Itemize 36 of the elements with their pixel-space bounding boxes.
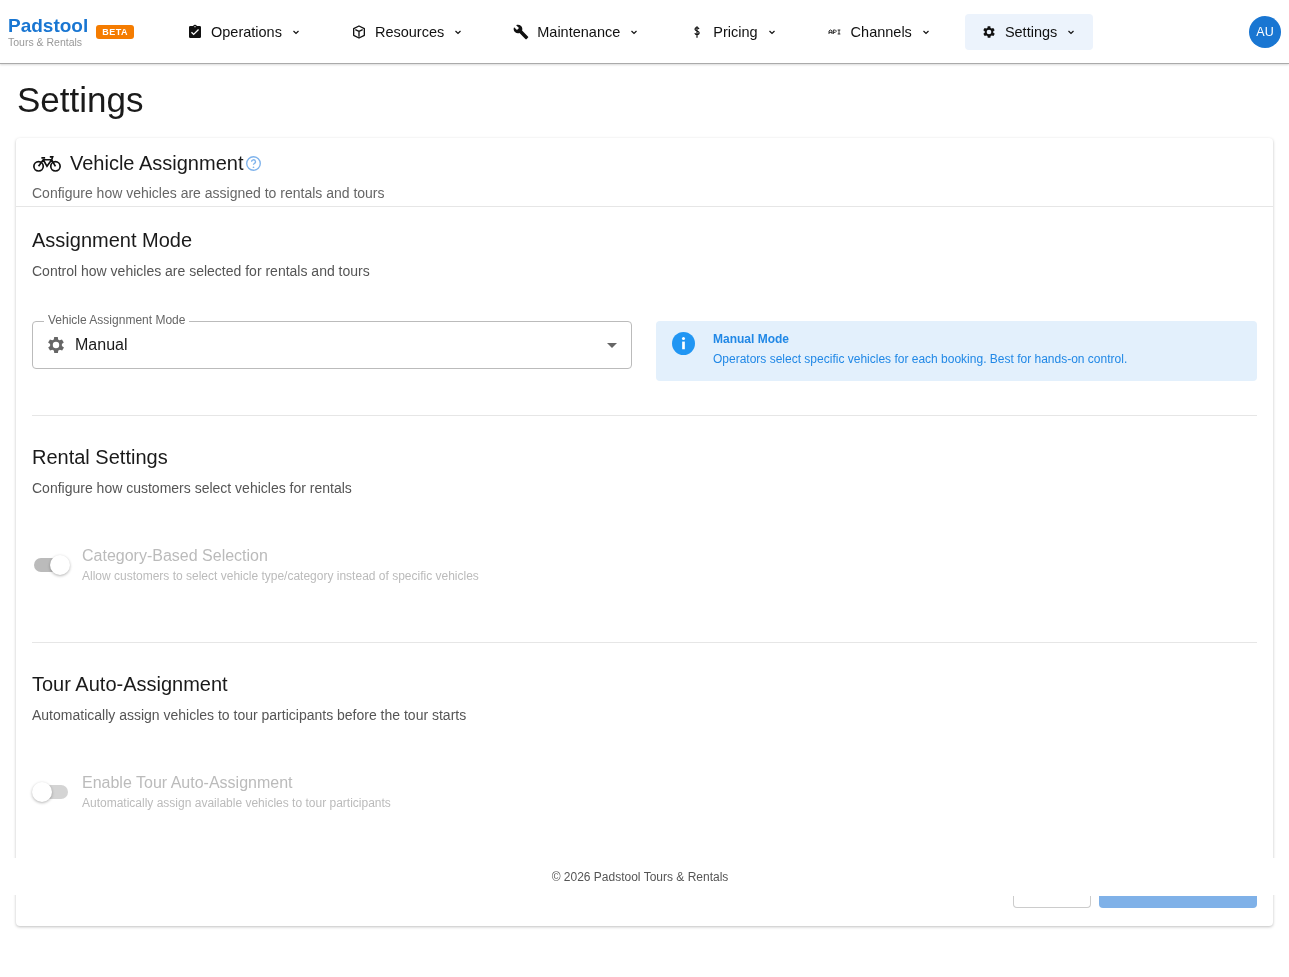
nav-menu-item[interactable]: Settings (964, 13, 1094, 50)
section-heading: Assignment Mode (32, 228, 194, 253)
nav-menu-item[interactable]: Operations (171, 13, 318, 50)
brand-tagline: Tours & Rentals (8, 35, 84, 48)
caret-icon (607, 342, 617, 348)
info-title: Manual Mode (713, 332, 790, 346)
action-button[interactable] (1013, 896, 1091, 908)
brand-name: Padstool (8, 15, 89, 36)
page-title: Settings (17, 79, 145, 121)
section-description: Configure how customers select vehicles for rentals (32, 479, 353, 497)
section-description: Automatically assign vehicles to tour participants before the tour starts (32, 706, 468, 724)
section-description: Control how vehicles are selected for rentals and tours (32, 262, 371, 280)
action-button[interactable] (1099, 896, 1257, 908)
wrench-icon (513, 23, 530, 40)
nav-menu-item[interactable]: Channels (810, 13, 948, 50)
copyright-text: © 2026 Padstool Tours & Rentals (551, 869, 729, 884)
help-icon[interactable] (245, 154, 263, 172)
user-avatar[interactable]: AU (1249, 15, 1281, 48)
toggle-hint: Allow customers to select vehicle type/category instead of specific vehicles (82, 569, 479, 583)
clipboard-icon (187, 23, 203, 40)
box-icon (350, 23, 367, 40)
toggle-label: Enable Tour Auto-Assignment (82, 774, 294, 792)
nav-menu-item[interactable]: Resources (334, 13, 481, 50)
bicycle-icon (32, 153, 62, 173)
section-heading: Rental Settings (32, 445, 169, 470)
card-title: Vehicle Assignment (70, 151, 244, 175)
section-heading: Tour Auto-Assignment (32, 672, 229, 697)
info-text: Operators select specific vehicles for each booking. Best for hands-on control. (713, 352, 1128, 366)
gear-icon (45, 334, 67, 356)
toggle-hint: Automatically assign available vehicles to tour participants (82, 796, 391, 810)
nav-menu-item[interactable]: Maintenance (497, 13, 657, 50)
toggle-label: Category-Based Selection (82, 547, 269, 565)
nav-menu-item[interactable]: Pricing (673, 13, 794, 50)
beta-badge: BETA (96, 24, 135, 39)
card-subtitle: Configure how vehicles are assigned to rentals and tours (32, 185, 386, 201)
info-icon (672, 332, 695, 355)
